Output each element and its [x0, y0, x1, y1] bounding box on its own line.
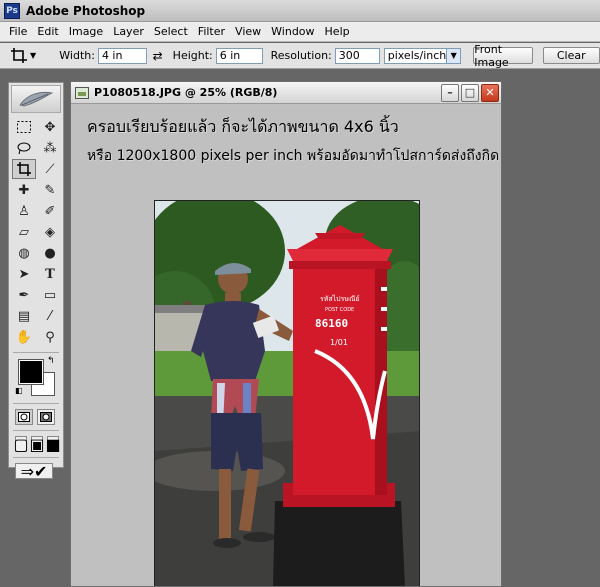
annotation-line-1: ครอบเรียบร้อยแล้ว ก็จะได้ภาพขนาด 4x6 นิ้… [87, 117, 399, 136]
mailbox-label: รหัสไปรษณีย์ [320, 294, 360, 303]
healing-brush-icon[interactable]: ✚ [12, 180, 36, 200]
mailbox-sublabel: POST CODE [325, 307, 354, 313]
close-button[interactable]: ✕ [481, 83, 499, 102]
resolution-units-value: pixels/inch [387, 49, 447, 62]
options-bar: ▼ Width: 4 in ⇄ Height: 6 in Resolution:… [0, 43, 600, 69]
image-file-icon [75, 86, 89, 99]
chevron-down-icon: ▼ [446, 48, 461, 63]
hand-icon[interactable]: ✋ [12, 327, 36, 347]
resolution-units-select[interactable]: pixels/inch ▼ [383, 47, 462, 64]
eyedropper-icon[interactable]: ⁄ [38, 306, 62, 326]
toolbox-divider [13, 403, 59, 404]
full-screen-icon[interactable]: ■ [45, 435, 60, 454]
menu-view[interactable]: View [230, 25, 266, 38]
history-brush-icon[interactable]: ✐ [38, 201, 62, 221]
toolbox-divider [13, 457, 59, 458]
gradient-icon[interactable]: ◈ [38, 222, 62, 242]
document-title: P1080518.JPG @ 25% (RGB/8) [94, 86, 278, 99]
toolbox-header[interactable] [11, 85, 61, 113]
menu-layer[interactable]: Layer [108, 25, 149, 38]
full-screen-menu-icon[interactable]: ▣ [29, 435, 44, 454]
menu-filter[interactable]: Filter [193, 25, 230, 38]
tool-preset-picker[interactable]: ▼ [10, 46, 43, 66]
crop-icon [11, 47, 27, 63]
photoshop-app: Ps Adobe Photoshop File Edit Image Layer… [0, 0, 600, 587]
menu-window[interactable]: Window [266, 25, 319, 38]
zoom-icon[interactable]: ⚲ [38, 327, 62, 347]
window-controls: – □ ✕ [441, 83, 499, 102]
default-colors-icon[interactable]: ◧ [15, 386, 23, 395]
foreground-color-swatch[interactable] [18, 359, 44, 385]
screen-modes: ▢ ▣ ■ [9, 434, 63, 454]
notes-icon[interactable]: ▤ [12, 306, 36, 326]
path-selection-icon[interactable]: ➤ [12, 264, 36, 284]
height-field[interactable]: 6 in [215, 47, 263, 64]
menu-image[interactable]: Image [64, 25, 108, 38]
jump-to-imageready-icon[interactable]: ⇒✔ [15, 462, 53, 481]
move-icon[interactable]: ✥ [38, 117, 62, 137]
menu-edit[interactable]: Edit [32, 25, 63, 38]
toolbox-divider [13, 430, 59, 431]
toolbox-divider [13, 352, 59, 353]
feather-logo-icon [19, 91, 54, 107]
quick-mask-modes [9, 407, 63, 427]
standard-screen-icon[interactable]: ▢ [13, 435, 28, 454]
marquee-icon[interactable] [12, 117, 36, 137]
menu-help[interactable]: Help [320, 25, 355, 38]
canvas-area[interactable]: ครอบเรียบร้อยแล้ว ก็จะได้ภาพขนาด 4x6 นิ้… [71, 105, 501, 586]
color-swatches: ◧ ↰ [13, 356, 59, 400]
front-image-button[interactable]: Front Image [473, 43, 533, 69]
slice-icon[interactable]: ⟋ [38, 159, 62, 179]
document-window: P1080518.JPG @ 25% (RGB/8) – □ ✕ ครอบเรี… [70, 81, 502, 587]
maximize-button[interactable]: □ [461, 83, 479, 102]
swap-dimensions-icon[interactable]: ⇄ [153, 49, 163, 63]
minimize-button[interactable]: – [441, 83, 459, 102]
shape-icon[interactable]: ▭ [38, 285, 62, 305]
mailbox-postcode: 86160 [315, 317, 348, 330]
toolbox-panel: ✥ ⁂ ⟋ ✚ ✎ ♙ ✐ ▱ ◈ ◍ ● ➤ T ✒ ▭ ▤ ⁄ ✋ ⚲ ◧ [8, 82, 64, 481]
chevron-down-icon: ▼ [30, 51, 37, 60]
pen-icon[interactable]: ✒ [12, 285, 36, 305]
crop-icon[interactable] [12, 159, 36, 179]
photo-image: รหัสไปรษณีย์ POST CODE 86160 1/01 [155, 201, 419, 586]
app-titlebar: Ps Adobe Photoshop [0, 0, 600, 22]
height-label: Height: [172, 49, 213, 62]
width-label: Width: [59, 49, 95, 62]
mailbox-box-number: 1/01 [330, 338, 348, 347]
resolution-label: Resolution: [270, 49, 332, 62]
lasso-icon[interactable] [12, 138, 36, 158]
jump-to-row: ⇒✔ [9, 461, 63, 481]
app-title: Adobe Photoshop [26, 3, 146, 18]
clear-button[interactable]: Clear [542, 47, 600, 64]
standard-mode-icon[interactable] [15, 409, 33, 425]
menu-select[interactable]: Select [149, 25, 193, 38]
swap-colors-icon[interactable]: ↰ [47, 356, 55, 366]
annotation-line-2: หรือ 1200x1800 pixels per inch พร้อมอัดม… [87, 148, 501, 164]
magic-wand-icon[interactable]: ⁂ [38, 138, 62, 158]
photoshop-logo-icon: Ps [4, 2, 20, 19]
cropped-photo[interactable]: รหัสไปรษณีย์ POST CODE 86160 1/01 [154, 200, 420, 586]
width-field[interactable]: 4 in [97, 47, 147, 64]
dodge-icon[interactable]: ● [38, 243, 62, 263]
menu-bar: File Edit Image Layer Select Filter View… [0, 22, 600, 42]
document-titlebar[interactable]: P1080518.JPG @ 25% (RGB/8) – □ ✕ [71, 82, 501, 104]
menu-file[interactable]: File [4, 25, 32, 38]
brush-icon[interactable]: ✎ [38, 180, 62, 200]
type-icon[interactable]: T [38, 264, 62, 284]
eraser-icon[interactable]: ▱ [12, 222, 36, 242]
clone-stamp-icon[interactable]: ♙ [12, 201, 36, 221]
quick-mask-icon[interactable] [37, 409, 55, 425]
blur-icon[interactable]: ◍ [12, 243, 36, 263]
tool-grid: ✥ ⁂ ⟋ ✚ ✎ ♙ ✐ ▱ ◈ ◍ ● ➤ T ✒ ▭ ▤ ⁄ ✋ ⚲ [9, 115, 63, 349]
resolution-field[interactable]: 300 [334, 47, 380, 64]
